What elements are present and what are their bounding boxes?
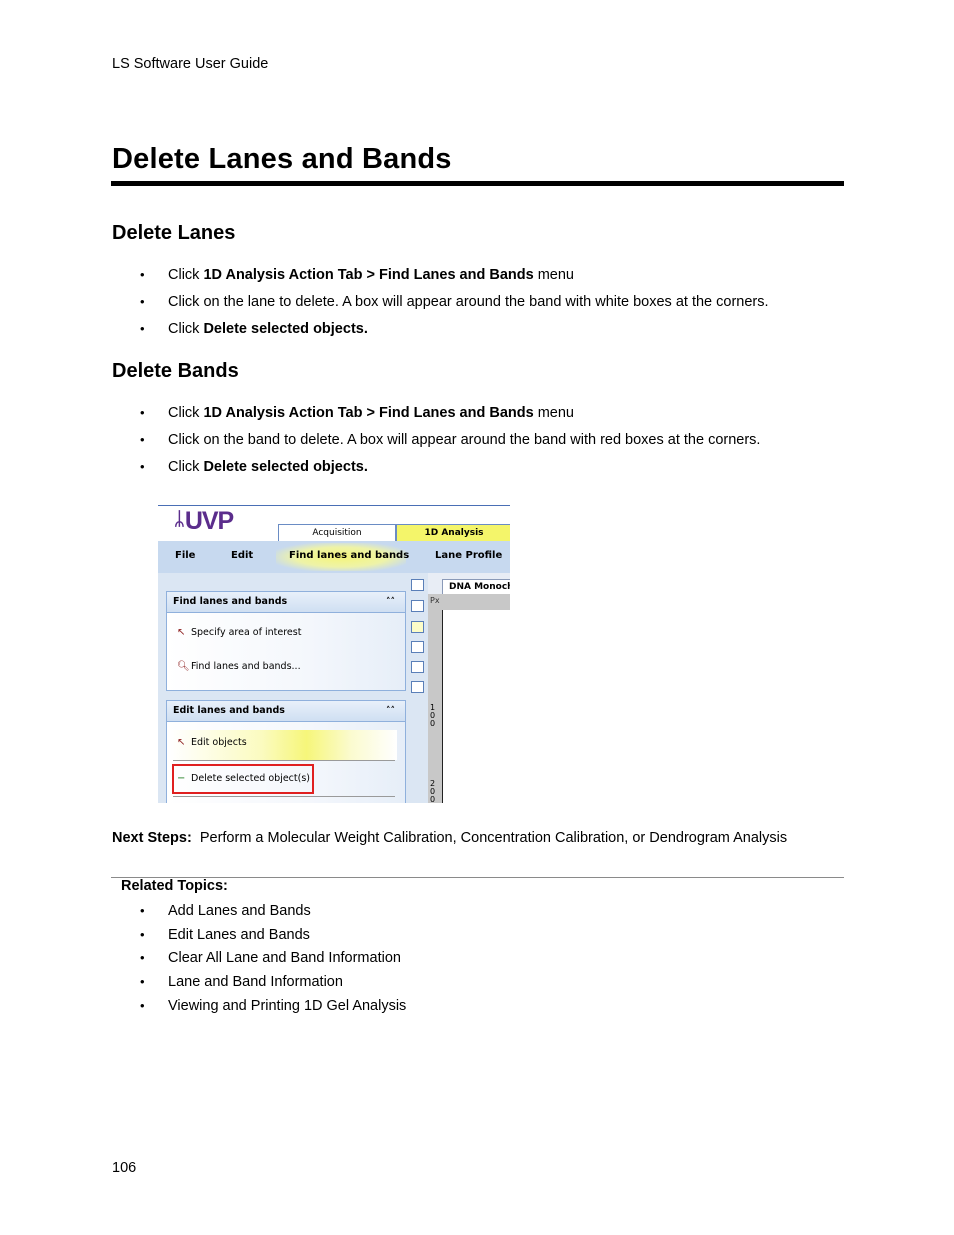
logo-text: UVP bbox=[184, 507, 234, 535]
related-topic-link[interactable]: Clear All Lane and Band Information bbox=[140, 948, 406, 972]
app-screenshot: ᛦUVP Acquisition 1D Analysis File Edit F… bbox=[158, 505, 510, 803]
panel-body: ↖ Specify area of interest 🔍︎Find lanes a… bbox=[167, 613, 405, 690]
gel-image-canvas[interactable] bbox=[443, 610, 510, 803]
step-text: Click on the band to delete. A box will … bbox=[168, 432, 761, 448]
ruler-label-100: 100 bbox=[430, 703, 436, 728]
find-lanes-item[interactable]: 🔍︎Find lanes and bands... bbox=[177, 661, 301, 672]
related-topic-link[interactable]: Edit Lanes and Bands bbox=[140, 925, 406, 949]
menu-edit[interactable]: Edit bbox=[231, 550, 253, 561]
edit-pointer-icon: ↖ bbox=[177, 737, 186, 748]
next-steps: Next Steps: Perform a Molecular Weight C… bbox=[112, 830, 787, 846]
panel-find-lanes: Find lanes and bands ˄˄ ↖ Specify area of … bbox=[166, 591, 406, 691]
select-area-icon: ↖ bbox=[177, 627, 186, 638]
divider bbox=[173, 796, 395, 797]
collapse-icon[interactable]: ˄˄ bbox=[386, 701, 395, 721]
ruler-unit: Px bbox=[430, 596, 440, 605]
edit-objects-item[interactable]: ↖ Edit objects bbox=[177, 737, 247, 748]
next-steps-text: Perform a Molecular Weight Calibration, … bbox=[199, 830, 788, 846]
uvp-logo: ᛦUVP bbox=[174, 507, 234, 536]
step-bold: 1D Analysis Action Tab > Find Lanes and … bbox=[203, 405, 534, 421]
related-topics-title: Related Topics: bbox=[121, 878, 228, 894]
left-ruler: 100 200 bbox=[428, 610, 443, 803]
step-bold: 1D Analysis Action Tab > Find Lanes and … bbox=[203, 267, 534, 283]
running-header: LS Software User Guide bbox=[112, 56, 269, 72]
item-label: Delete selected object(s) bbox=[191, 773, 310, 784]
single-view-icon[interactable] bbox=[411, 621, 424, 633]
step: Click on the band to delete. A box will … bbox=[140, 430, 760, 457]
ruler-label-200: 200 bbox=[430, 779, 436, 804]
menu-file[interactable]: File bbox=[175, 550, 195, 561]
related-topic-link[interactable]: Viewing and Printing 1D Gel Analysis bbox=[140, 996, 406, 1020]
view-toolbar bbox=[408, 573, 428, 803]
collapse-icon[interactable]: ˄˄ bbox=[386, 592, 395, 612]
delete-bands-steps: Click 1D Analysis Action Tab > Find Lane… bbox=[140, 403, 760, 484]
tab-1d-analysis[interactable]: 1D Analysis bbox=[396, 524, 510, 542]
step-text: Click bbox=[168, 459, 204, 475]
delete-selected-item[interactable]: − Delete selected object(s) bbox=[177, 773, 310, 784]
magnifier-icon: 🔍︎ bbox=[177, 661, 190, 672]
step: Click Delete selected objects. bbox=[140, 457, 760, 484]
top-ruler: Px bbox=[428, 594, 510, 611]
item-label: Find lanes and bands... bbox=[191, 661, 301, 672]
related-topic-link[interactable]: Add Lanes and Bands bbox=[140, 901, 406, 925]
split-horizontal-icon[interactable] bbox=[411, 641, 424, 653]
section-heading-delete-bands: Delete Bands bbox=[112, 360, 239, 382]
related-topics-list: Add Lanes and Bands Edit Lanes and Bands… bbox=[140, 901, 406, 1019]
delete-lanes-steps: Click 1D Analysis Action Tab > Find Lane… bbox=[140, 265, 769, 346]
menu-lane-profile[interactable]: Lane Profile bbox=[435, 550, 502, 561]
cascade-icon[interactable] bbox=[411, 681, 424, 693]
related-topic-link[interactable]: Lane and Band Information bbox=[140, 972, 406, 996]
step-bold: Delete selected objects. bbox=[203, 321, 368, 337]
uvp-logo-icon: ᛦ bbox=[174, 509, 185, 529]
title-rule bbox=[111, 181, 844, 186]
panel-edit-lanes: Edit lanes and bands ˄˄ ↖ Edit objects − De… bbox=[166, 700, 406, 803]
item-label: Edit objects bbox=[191, 737, 247, 748]
page-number: 106 bbox=[112, 1160, 137, 1176]
split-vertical-icon[interactable] bbox=[411, 661, 424, 673]
panel-header[interactable]: Edit lanes and bands ˄˄ bbox=[167, 701, 405, 722]
page-title: Delete Lanes and Bands bbox=[112, 143, 452, 175]
step-text: Click on the lane to delete. A box will … bbox=[168, 294, 769, 310]
panel-header[interactable]: Find lanes and bands ˄˄ bbox=[167, 592, 405, 613]
step-text: menu bbox=[533, 267, 574, 283]
action-menubar: File Edit Find lanes and bands Lane Prof… bbox=[158, 541, 510, 573]
step: Click 1D Analysis Action Tab > Find Lane… bbox=[140, 403, 760, 430]
image-nav-icon[interactable] bbox=[411, 600, 424, 612]
step: Click on the lane to delete. A box will … bbox=[140, 292, 769, 319]
divider bbox=[173, 760, 395, 761]
section-heading-delete-lanes: Delete Lanes bbox=[112, 222, 236, 244]
add-image-icon[interactable] bbox=[411, 579, 424, 591]
item-label: Specify area of interest bbox=[191, 627, 302, 638]
panel-body: ↖ Edit objects − Delete selected object(s) bbox=[167, 722, 405, 803]
delete-icon: − bbox=[177, 773, 186, 784]
menu-find-lanes-and-bands[interactable]: Find lanes and bands bbox=[289, 550, 409, 561]
step-text: Click bbox=[168, 321, 204, 337]
step-text: Click bbox=[168, 267, 204, 283]
step-text: Click bbox=[168, 405, 204, 421]
left-pane: Find lanes and bands ˄˄ ↖ Specify area of … bbox=[158, 573, 408, 803]
step-bold: Delete selected objects. bbox=[203, 459, 368, 475]
next-steps-label: Next Steps: bbox=[112, 830, 192, 846]
panel-title: Find lanes and bands bbox=[173, 596, 288, 607]
app-header: ᛦUVP Acquisition 1D Analysis bbox=[158, 505, 510, 542]
step: Click 1D Analysis Action Tab > Find Lane… bbox=[140, 265, 769, 292]
step-text: menu bbox=[533, 405, 574, 421]
panel-title: Edit lanes and bands bbox=[173, 705, 285, 716]
tab-acquisition[interactable]: Acquisition bbox=[278, 524, 396, 542]
specify-area-item[interactable]: ↖ Specify area of interest bbox=[177, 627, 301, 638]
image-tab[interactable]: DNA Monochrome bbox=[442, 579, 510, 594]
step: Click Delete selected objects. bbox=[140, 319, 769, 346]
image-pane: DNA Monochrome Px 100 200 bbox=[428, 573, 510, 803]
